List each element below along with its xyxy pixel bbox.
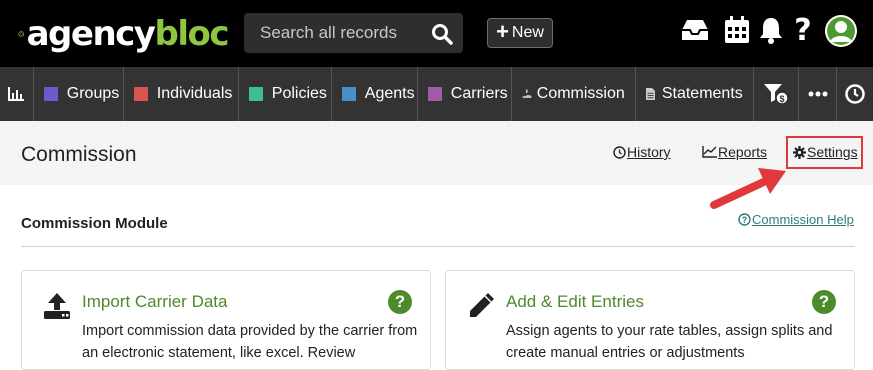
- svg-text:$: $: [780, 94, 785, 104]
- bell-icon[interactable]: [756, 14, 786, 46]
- plus-icon: +: [496, 19, 509, 44]
- add-edit-entries-card[interactable]: Add & Edit Entries ? Assign agents to yo…: [445, 270, 855, 370]
- calendar-icon[interactable]: [722, 14, 752, 46]
- nav-policies[interactable]: Policies: [239, 67, 332, 121]
- search-input[interactable]: [244, 23, 424, 43]
- search-box: [244, 13, 463, 53]
- nav-groups[interactable]: Groups: [34, 67, 124, 121]
- history-link[interactable]: History: [613, 144, 671, 160]
- nav-commission-label: Commission: [536, 85, 625, 102]
- red-arrow-annotation: [710, 168, 786, 209]
- nav-individuals-label: Individuals: [156, 85, 233, 102]
- commission-help-label: Commission Help: [752, 212, 854, 227]
- help-icon[interactable]: ?: [788, 13, 818, 48]
- nav-groups-label: Groups: [66, 85, 120, 102]
- reports-label: Reports: [718, 144, 768, 160]
- logo-cube-icon: [18, 30, 25, 38]
- main-nav: Groups Individuals Policies Agents Carri…: [0, 67, 873, 121]
- nav-statements-label: Statements: [661, 85, 743, 102]
- nav-policies-label: Policies: [271, 85, 327, 102]
- document-icon: [645, 87, 655, 101]
- nav-carriers[interactable]: Carriers: [418, 67, 512, 121]
- search-icon[interactable]: [431, 23, 453, 45]
- card-title[interactable]: Add & Edit Entries: [506, 292, 644, 312]
- history-icon: [613, 145, 626, 159]
- agents-swatch: [341, 87, 356, 101]
- nav-agents[interactable]: Agents: [332, 67, 418, 121]
- card-help-icon[interactable]: ?: [812, 290, 836, 314]
- carriers-swatch: [427, 87, 442, 101]
- reports-chart-icon: [702, 146, 717, 158]
- pencil-icon: [470, 293, 494, 317]
- section-divider: [21, 246, 855, 247]
- nav-agents-label: Agents: [364, 85, 415, 102]
- dashboard-chart-icon[interactable]: [0, 67, 34, 121]
- section-title: Commission Module: [21, 215, 168, 232]
- hand-coin-icon: [522, 89, 532, 98]
- nav-commission[interactable]: Commission: [512, 67, 636, 121]
- card-title[interactable]: Import Carrier Data: [82, 292, 227, 312]
- commission-help-link[interactable]: ? Commission Help: [738, 212, 854, 227]
- individuals-swatch: [133, 87, 148, 101]
- filter-dollar-icon[interactable]: $: [754, 67, 800, 121]
- page-title: Commission: [21, 143, 137, 166]
- reports-link[interactable]: Reports: [702, 144, 767, 160]
- card-description: Import commission data provided by the c…: [82, 323, 418, 361]
- more-icon[interactable]: [799, 67, 838, 121]
- help-circle-icon: ?: [738, 213, 751, 226]
- nav-statements[interactable]: Statements: [636, 67, 754, 121]
- new-button-label: New: [511, 24, 544, 41]
- card-help-icon[interactable]: ?: [388, 290, 412, 314]
- clock-icon[interactable]: [837, 67, 873, 121]
- svg-text:?: ?: [742, 215, 748, 225]
- nav-individuals[interactable]: Individuals: [124, 67, 239, 121]
- new-button[interactable]: + New: [487, 18, 553, 48]
- agencybloc-logo[interactable]: agencybloc: [18, 14, 230, 54]
- user-avatar[interactable]: [825, 15, 857, 47]
- inbox-icon[interactable]: [680, 14, 710, 46]
- top-bar: agencybloc + New ?: [0, 0, 873, 67]
- history-label: History: [627, 144, 671, 160]
- groups-swatch: [43, 87, 58, 101]
- nav-carriers-label: Carriers: [450, 85, 508, 102]
- upload-icon: [44, 293, 70, 319]
- card-description: Assign agents to your rate tables, assig…: [506, 323, 833, 361]
- import-carrier-data-card[interactable]: Import Carrier Data ? Import commission …: [21, 270, 431, 370]
- policies-swatch: [248, 87, 263, 101]
- logo-text: agencybloc: [26, 14, 230, 54]
